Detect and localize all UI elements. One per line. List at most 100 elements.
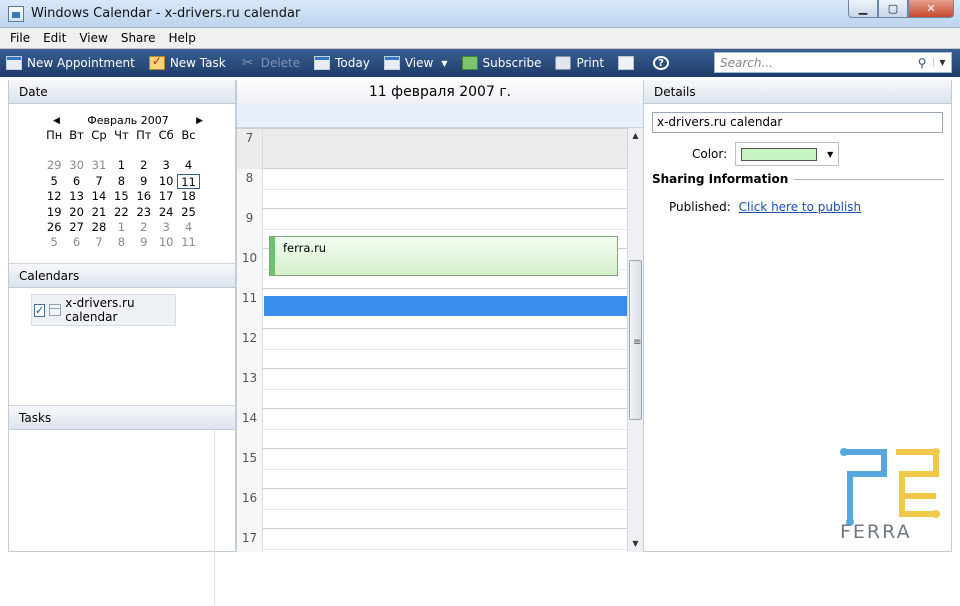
- delete-button[interactable]: ✂ Delete: [240, 56, 300, 70]
- mini-calendar-day[interactable]: 1: [110, 158, 132, 173]
- hour-label: 14: [237, 409, 263, 449]
- mini-calendar-day[interactable]: 10: [155, 174, 177, 189]
- new-appointment-button[interactable]: New Appointment: [6, 56, 135, 70]
- half-hour-line: [263, 429, 629, 430]
- mini-calendar-day[interactable]: 2: [133, 158, 155, 173]
- new-appointment-label: New Appointment: [27, 56, 135, 70]
- search-options-dropdown[interactable]: ▼: [933, 58, 951, 67]
- search-icon[interactable]: ⚲: [911, 56, 933, 70]
- mini-calendar-day[interactable]: 2: [133, 220, 155, 235]
- mini-calendar-day[interactable]: 4: [177, 220, 199, 235]
- hour-row[interactable]: 7: [237, 128, 629, 169]
- contact-card-button[interactable]: [618, 56, 639, 70]
- mini-calendar-day[interactable]: 1: [110, 220, 132, 235]
- maximize-button[interactable]: ▢: [878, 0, 908, 18]
- mini-calendar-day[interactable]: 23: [133, 205, 155, 220]
- printer-icon: [555, 56, 572, 70]
- mini-calendar-day[interactable]: 7: [88, 174, 110, 189]
- hour-row[interactable]: 13: [237, 368, 629, 409]
- menu-edit[interactable]: Edit: [43, 31, 66, 45]
- hour-label: 9: [237, 209, 263, 249]
- mini-calendar-day[interactable]: 18: [177, 189, 199, 204]
- new-task-button[interactable]: New Task: [148, 54, 226, 70]
- publish-link[interactable]: Click here to publish: [739, 200, 862, 214]
- menu-help[interactable]: Help: [168, 31, 195, 45]
- mini-calendar-day[interactable]: 12: [43, 189, 65, 204]
- mini-calendar-day[interactable]: 5: [43, 235, 65, 250]
- mini-calendar-day[interactable]: 21: [88, 205, 110, 220]
- mini-calendar-day[interactable]: 20: [65, 205, 87, 220]
- mini-calendar-day[interactable]: 6: [65, 174, 87, 189]
- mini-calendar-day[interactable]: 26: [43, 220, 65, 235]
- calendar-checkbox[interactable]: ✓: [34, 303, 46, 317]
- mini-calendar-day[interactable]: 9: [133, 174, 155, 189]
- mini-calendar-day[interactable]: 15: [110, 189, 132, 204]
- hour-row[interactable]: 15: [237, 448, 629, 489]
- view-button[interactable]: View ▼: [383, 56, 448, 70]
- mini-calendar-day[interactable]: 7: [88, 235, 110, 250]
- appointment-ferra[interactable]: ferra.ru: [269, 236, 618, 276]
- all-day-area[interactable]: [237, 104, 643, 128]
- mini-calendar: ◀ Февраль 2007 ▶ Пн Вт Ср Чт Пт Сб Вс 29 30 31 1 2 3…: [9, 104, 235, 264]
- section-divider: [794, 178, 944, 180]
- mini-calendar-day[interactable]: 11: [177, 235, 199, 250]
- half-hour-line: [263, 389, 629, 390]
- color-swatch: [741, 147, 818, 161]
- today-button[interactable]: Today: [314, 56, 370, 70]
- scroll-thumb[interactable]: ≡: [629, 260, 642, 420]
- day-view-date-header: 11 февраля 2007 г.: [237, 80, 643, 104]
- hour-row[interactable]: 17: [237, 528, 629, 552]
- hour-row[interactable]: 14: [237, 408, 629, 449]
- prev-month-button[interactable]: ◀: [53, 116, 60, 126]
- mini-calendar-day[interactable]: 3: [155, 220, 177, 235]
- mini-calendar-day[interactable]: 29: [43, 158, 65, 173]
- mini-calendar-day[interactable]: 9: [133, 235, 155, 250]
- mini-calendar-day[interactable]: 10: [155, 235, 177, 250]
- hour-row[interactable]: 8: [237, 168, 629, 209]
- close-button[interactable]: ✕: [908, 0, 954, 18]
- mini-calendar-day[interactable]: 25: [177, 205, 199, 220]
- menu-share[interactable]: Share: [121, 31, 156, 45]
- color-dropdown[interactable]: ▼: [735, 142, 840, 166]
- mini-calendar-selected-day[interactable]: 11: [177, 173, 200, 190]
- mini-calendar-day[interactable]: 28: [88, 220, 110, 235]
- grip-icon: ≡: [633, 337, 642, 348]
- mini-calendar-day[interactable]: 30: [65, 158, 87, 173]
- search-box[interactable]: Search... ⚲ ▼: [714, 52, 952, 73]
- chevron-down-icon: ▼: [827, 149, 834, 159]
- scroll-up-button[interactable]: ▲: [628, 128, 643, 144]
- mini-calendar-day[interactable]: 24: [155, 205, 177, 220]
- help-button[interactable]: ?: [653, 56, 674, 70]
- calendar-name-field[interactable]: x-drivers.ru calendar: [652, 112, 943, 133]
- selected-time-slot[interactable]: [264, 296, 628, 316]
- mini-calendar-day[interactable]: 31: [88, 158, 110, 173]
- print-button[interactable]: Print: [555, 56, 604, 70]
- mini-calendar-day[interactable]: 3: [155, 158, 177, 173]
- mini-calendar-day[interactable]: 13: [65, 189, 87, 204]
- minimize-button[interactable]: ▁: [848, 0, 878, 18]
- next-month-button[interactable]: ▶: [196, 116, 203, 126]
- calendar-list-item[interactable]: ✓ x-drivers.ru calendar: [31, 294, 176, 326]
- day-view-scrollbar[interactable]: ▲ ≡ ▼: [627, 128, 643, 552]
- search-input[interactable]: Search...: [720, 56, 911, 70]
- day-timeline[interactable]: 17 16 15 14 13 12 11 10 9 8 7 ferra.ru: [237, 128, 629, 552]
- mini-calendar-day[interactable]: 8: [110, 235, 132, 250]
- mini-calendar-day[interactable]: 22: [110, 205, 132, 220]
- subscribe-button[interactable]: Subscribe: [461, 56, 541, 70]
- mini-calendar-day[interactable]: 27: [65, 220, 87, 235]
- mini-calendar-day[interactable]: 19: [43, 205, 65, 220]
- mini-calendar-day[interactable]: 8: [110, 174, 132, 189]
- mini-calendar-day[interactable]: 5: [43, 174, 65, 189]
- tasks-list[interactable]: [9, 430, 235, 606]
- mini-calendar-day[interactable]: 14: [88, 189, 110, 204]
- hour-row[interactable]: 16: [237, 488, 629, 529]
- mini-calendar-day[interactable]: 6: [65, 235, 87, 250]
- menu-view[interactable]: View: [79, 31, 107, 45]
- mini-calendar-day[interactable]: 4: [177, 158, 199, 173]
- mini-calendar-day[interactable]: 16: [133, 189, 155, 204]
- hour-label: 13: [237, 369, 263, 409]
- scroll-down-button[interactable]: ▼: [628, 536, 643, 552]
- hour-row[interactable]: 12: [237, 328, 629, 369]
- menu-file[interactable]: File: [10, 31, 30, 45]
- mini-calendar-day[interactable]: 17: [155, 189, 177, 204]
